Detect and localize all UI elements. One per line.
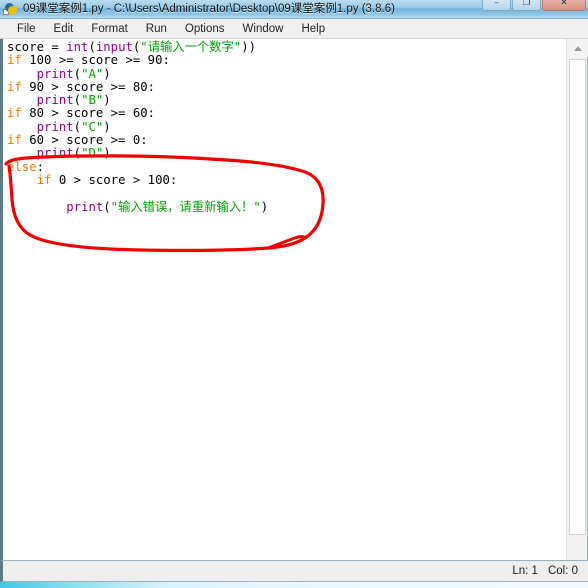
code-line: print("A")	[7, 66, 569, 81]
code-token: )	[103, 146, 111, 161]
code-line: print("D")	[7, 147, 569, 160]
code-line: print("C")	[7, 119, 569, 134]
code-token: )	[103, 93, 111, 108]
code-token: else	[7, 159, 37, 174]
code-token: print	[36, 119, 74, 134]
code-line: if 60 > score >= 0:	[7, 133, 569, 148]
code-editor[interactable]: score = int(input("请输入一个数字")) if 100 >= s…	[3, 39, 569, 560]
scrollbar-thumb[interactable]	[569, 59, 586, 535]
code-line: if 80 > score >= 60:	[7, 107, 569, 120]
code-token: (	[73, 146, 82, 161]
taskbar-sliver	[0, 582, 588, 588]
code-token: :	[36, 159, 45, 174]
code-token: (	[73, 66, 82, 81]
code-token: if	[7, 79, 22, 94]
code-line: if 100 >= score >= 90:	[7, 54, 569, 67]
code-token: "B"	[81, 93, 104, 108]
code-token: if	[7, 53, 22, 68]
minimize-button[interactable]: –	[482, 0, 511, 11]
code-token: int	[66, 40, 89, 54]
code-token: (	[88, 40, 96, 54]
code-token: 90 > score >= 80:	[21, 79, 156, 94]
code-token: )	[260, 199, 269, 214]
python-idle-icon	[3, 1, 19, 17]
code-token: input	[95, 40, 133, 54]
menu-item-run[interactable]: Run	[137, 20, 176, 38]
menu-item-help[interactable]: Help	[292, 20, 334, 38]
code-token: (	[73, 119, 82, 134]
code-line: print("输入错误，请重新输入！")	[7, 199, 569, 214]
code-token: (	[103, 199, 111, 214]
vertical-scrollbar[interactable]	[566, 39, 588, 560]
code-line: if 90 > score >= 80:	[7, 79, 569, 94]
menu-item-format[interactable]: Format	[82, 20, 136, 38]
minimize-icon: –	[494, 0, 499, 8]
code-line: print("B")	[7, 94, 569, 107]
code-token: "A"	[81, 66, 104, 81]
menu-item-window[interactable]: Window	[234, 20, 293, 38]
code-token: 0 > score > 100:	[51, 172, 178, 187]
code-line: score = int(input("请输入一个数字"))	[7, 40, 569, 54]
scroll-up-icon[interactable]	[567, 39, 588, 57]
status-col-indicator: Col: 0	[547, 565, 578, 577]
code-token: "D"	[81, 146, 104, 161]
code-token: )	[103, 66, 111, 81]
code-token: 100 >= score >= 90:	[21, 53, 170, 68]
close-icon: ✕	[560, 0, 568, 8]
code-token: )	[103, 119, 111, 134]
code-token: (	[73, 93, 82, 108]
menu-item-edit[interactable]: Edit	[45, 20, 83, 38]
code-token: score =	[7, 40, 67, 54]
status-bar: Ln: 1 Col: 0	[0, 560, 588, 582]
code-line: else:	[7, 159, 569, 174]
code-token: if	[7, 106, 22, 121]
code-token: "C"	[81, 119, 104, 134]
window-controls: – ❐ ✕	[482, 0, 586, 11]
menu-bar: File Edit Format Run Options Window Help	[0, 19, 588, 39]
code-token: print	[66, 199, 104, 214]
title-bar[interactable]: 09课堂案例1.py - C:\Users\Administrator\Desk…	[0, 0, 588, 19]
status-line-indicator: Ln: 1	[512, 565, 538, 577]
menu-item-file[interactable]: File	[8, 20, 45, 38]
code-token: "请输入一个数字"	[140, 40, 242, 54]
window-title: 09课堂案例1.py - C:\Users\Administrator\Desk…	[23, 2, 395, 15]
menu-item-options[interactable]: Options	[176, 20, 234, 38]
code-token: if	[7, 133, 22, 148]
code-token: print	[36, 146, 74, 161]
code-token: print	[36, 66, 74, 81]
code-token: 80 > score >= 60:	[21, 106, 156, 121]
idle-window: 09课堂案例1.py - C:\Users\Administrator\Desk…	[0, 0, 588, 588]
editor-frame: score = int(input("请输入一个数字")) if 100 >= s…	[0, 39, 588, 560]
close-button[interactable]: ✕	[542, 0, 586, 11]
code-line: if 0 > score > 100:	[7, 172, 569, 187]
code-token: print	[36, 93, 74, 108]
code-token: ))	[241, 40, 256, 54]
maximize-icon: ❐	[522, 0, 531, 8]
code-token: if	[36, 172, 52, 187]
code-token: "输入错误，请重新输入！"	[110, 199, 261, 214]
code-token: 60 > score >= 0:	[21, 133, 148, 148]
maximize-button[interactable]: ❐	[512, 0, 541, 11]
